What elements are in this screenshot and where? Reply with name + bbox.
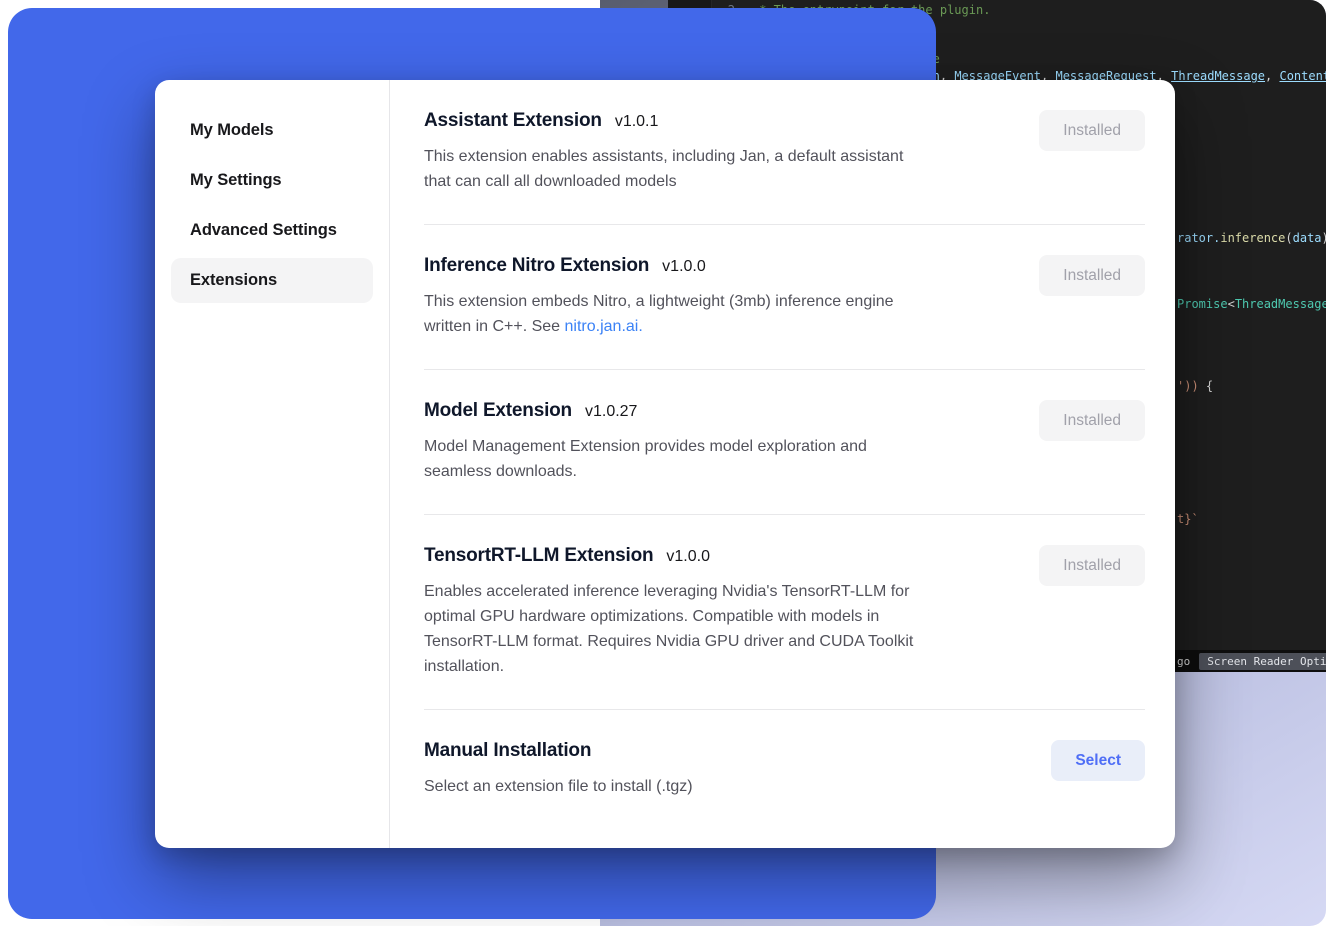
- extension-version: v1.0.0: [666, 548, 710, 566]
- extension-name: Model Extension: [424, 398, 572, 424]
- sidebar-item-label: Extensions: [190, 271, 277, 290]
- extensions-list: Assistant Extension v1.0.1 This extensio…: [390, 80, 1175, 848]
- sidebar-item-label: Advanced Settings: [190, 221, 337, 240]
- extension-description: Select an extension file to install (.tg…: [424, 774, 1024, 799]
- select-file-button[interactable]: Select: [1051, 740, 1145, 781]
- extension-section-assistant: Assistant Extension v1.0.1 This extensio…: [424, 80, 1145, 225]
- extension-description: This extension enables assistants, inclu…: [424, 144, 1015, 194]
- extension-info: Model Extension v1.0.27 Model Management…: [424, 398, 1039, 484]
- extension-description: Enables accelerated inference leveraging…: [424, 579, 1015, 679]
- extension-title-row: Assistant Extension v1.0.1: [424, 108, 1015, 134]
- extension-section-model: Model Extension v1.0.27 Model Management…: [424, 370, 1145, 515]
- sidebar-item-extensions[interactable]: Extensions: [171, 258, 373, 303]
- extension-info: Assistant Extension v1.0.1 This extensio…: [424, 108, 1039, 194]
- extension-version: v1.0.27: [585, 403, 637, 421]
- installed-button[interactable]: Installed: [1039, 545, 1145, 586]
- sidebar-item-label: My Settings: [190, 171, 282, 190]
- extension-section-inference-nitro: Inference Nitro Extension v1.0.0 This ex…: [424, 225, 1145, 370]
- installed-button[interactable]: Installed: [1039, 255, 1145, 296]
- code-fragment: t}`: [1177, 512, 1199, 526]
- status-bar-text: go: [1177, 655, 1190, 668]
- extension-info: Inference Nitro Extension v1.0.0 This ex…: [424, 253, 1039, 339]
- sidebar-item-label: My Models: [190, 121, 273, 140]
- extension-version: v1.0.0: [662, 258, 706, 276]
- installed-button[interactable]: Installed: [1039, 110, 1145, 151]
- settings-modal: My Models My Settings Advanced Settings …: [155, 80, 1175, 848]
- sidebar-item-my-models[interactable]: My Models: [171, 108, 373, 153]
- extension-name: Assistant Extension: [424, 108, 602, 134]
- extension-description: Model Management Extension provides mode…: [424, 434, 1015, 484]
- extension-section-tensorrt-llm: TensortRT-LLM Extension v1.0.0 Enables a…: [424, 515, 1145, 710]
- extension-title-row: TensortRT-LLM Extension v1.0.0: [424, 543, 1015, 569]
- extension-name: Inference Nitro Extension: [424, 253, 649, 279]
- extension-title-row: Inference Nitro Extension v1.0.0: [424, 253, 1015, 279]
- extension-name: TensortRT-LLM Extension: [424, 543, 653, 569]
- sidebar-item-advanced-settings[interactable]: Advanced Settings: [171, 208, 373, 253]
- description-text: This extension embeds Nitro, a lightweig…: [424, 293, 894, 335]
- extension-info: Manual Installation Select an extension …: [424, 738, 1051, 799]
- screen-reader-optimized-badge[interactable]: Screen Reader Optimized: [1199, 653, 1326, 670]
- code-fragment: Promise<ThreadMessage>: [1177, 297, 1326, 311]
- nitro-jan-ai-link[interactable]: nitro.jan.ai.: [565, 318, 643, 335]
- sidebar-item-my-settings[interactable]: My Settings: [171, 158, 373, 203]
- extension-version: v1.0.1: [615, 113, 659, 131]
- extension-title-row: Model Extension v1.0.27: [424, 398, 1015, 424]
- code-fragment: rator.inference(data));: [1177, 231, 1326, 245]
- settings-sidebar: My Models My Settings Advanced Settings …: [155, 80, 390, 848]
- extension-description: This extension embeds Nitro, a lightweig…: [424, 289, 1015, 339]
- installed-button[interactable]: Installed: [1039, 400, 1145, 441]
- app-canvas: 2 * The entrypoint for the plugin. 3 */ …: [0, 0, 1326, 926]
- extension-info: TensortRT-LLM Extension v1.0.0 Enables a…: [424, 543, 1039, 679]
- code-fragment: ')) {: [1177, 379, 1213, 393]
- extension-section-manual-installation: Manual Installation Select an extension …: [424, 710, 1145, 829]
- extension-title-row: Manual Installation: [424, 738, 1027, 764]
- extension-name: Manual Installation: [424, 738, 591, 764]
